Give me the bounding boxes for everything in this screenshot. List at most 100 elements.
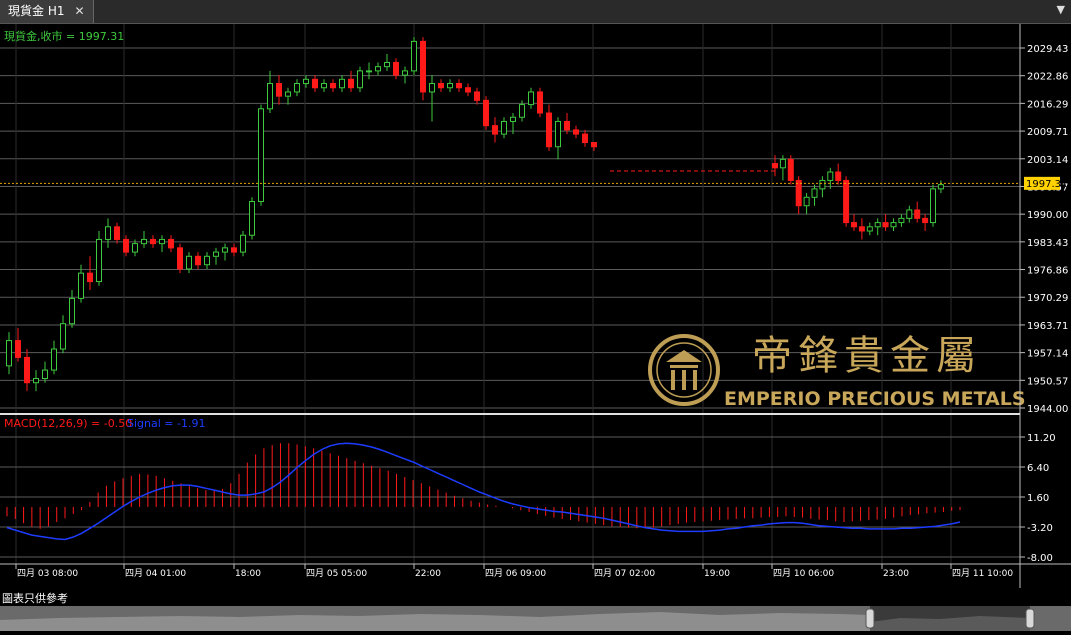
candle-body bbox=[339, 78, 345, 89]
candle-body bbox=[123, 238, 129, 253]
footer: 圖表只供參考 bbox=[0, 588, 1071, 606]
candle-body bbox=[393, 61, 399, 76]
candle-body bbox=[555, 120, 561, 148]
candle-body bbox=[519, 104, 525, 118]
candle-body bbox=[60, 323, 66, 350]
candle-body bbox=[779, 158, 786, 169]
candle-body bbox=[6, 340, 12, 367]
price-tick-label: 2009.71 bbox=[1027, 127, 1068, 138]
candle-body bbox=[890, 222, 897, 228]
candle-body bbox=[303, 78, 309, 85]
candle-body bbox=[132, 243, 138, 253]
candle-body bbox=[803, 196, 810, 207]
candle-body bbox=[874, 222, 881, 228]
time-label: 四月 10 06:00 bbox=[773, 568, 834, 579]
candle-body bbox=[141, 238, 147, 245]
candle-body bbox=[402, 70, 408, 76]
price-tick-label: 2003.14 bbox=[1027, 155, 1068, 166]
candle-body bbox=[78, 272, 84, 299]
time-label: 22:00 bbox=[415, 569, 441, 579]
candle-body bbox=[483, 99, 489, 127]
candle-body bbox=[51, 348, 57, 371]
candle-body bbox=[492, 125, 498, 135]
candle-body bbox=[69, 297, 75, 325]
candle-body bbox=[795, 179, 802, 207]
candle-body bbox=[231, 247, 237, 253]
candle-body bbox=[366, 70, 372, 73]
last-price-label: 1997.31 bbox=[1026, 179, 1067, 190]
candle-body bbox=[546, 112, 552, 148]
candle-body bbox=[510, 116, 516, 122]
candle-body bbox=[15, 340, 21, 358]
candle-body bbox=[150, 238, 156, 245]
candle-body bbox=[898, 217, 905, 224]
chevron-down-icon[interactable]: ▼ bbox=[1057, 3, 1065, 16]
price-tick-label: 2022.86 bbox=[1027, 72, 1068, 83]
candle-body bbox=[195, 255, 201, 266]
price-tick-label: 2016.29 bbox=[1027, 99, 1068, 110]
time-label: 四月 07 02:00 bbox=[594, 568, 655, 579]
chart-area[interactable]: 帝鋒貴金屬 EMPERIO PRECIOUS METALS 2029.43 202… bbox=[0, 24, 1071, 588]
candle-body bbox=[537, 91, 543, 114]
time-label: 18:00 bbox=[235, 569, 261, 579]
candle-body bbox=[357, 70, 363, 89]
candle-body bbox=[866, 226, 873, 232]
candle-body bbox=[937, 184, 944, 190]
candle-body bbox=[330, 83, 336, 89]
candle-body bbox=[42, 369, 48, 380]
tab-chart[interactable]: 現貨金 H1 ✕ bbox=[0, 0, 94, 23]
price-tick-label: 1950.57 bbox=[1027, 376, 1068, 387]
time-label: 四月 04 01:00 bbox=[125, 568, 186, 579]
candle-body bbox=[375, 66, 381, 72]
navigator-left-handle[interactable] bbox=[865, 608, 875, 629]
tab-bar: 現貨金 H1 ✕ ▼ bbox=[0, 0, 1071, 24]
candle-body bbox=[843, 179, 850, 224]
candle-body bbox=[501, 120, 507, 135]
candle-body bbox=[914, 209, 921, 219]
time-label: 19:00 bbox=[704, 569, 730, 579]
navigator-right-handle[interactable] bbox=[1025, 608, 1035, 629]
price-tick-label: 1944.00 bbox=[1027, 404, 1068, 415]
candle-body bbox=[811, 188, 818, 198]
candle-body bbox=[384, 61, 390, 68]
footer-note: 圖表只供參考 bbox=[2, 592, 68, 605]
candle-body bbox=[573, 129, 579, 135]
candle-body bbox=[411, 40, 417, 72]
candle-body bbox=[258, 108, 264, 203]
price-tick-label: 1970.29 bbox=[1027, 293, 1068, 304]
candle-body bbox=[528, 91, 534, 106]
macd-tick-label: 1.60 bbox=[1027, 493, 1049, 504]
candle-body bbox=[33, 378, 39, 384]
candle-body bbox=[564, 120, 570, 131]
candle-body bbox=[930, 188, 936, 224]
candle-body bbox=[159, 238, 165, 245]
candle-body bbox=[447, 83, 453, 89]
navigator-scrollbar[interactable] bbox=[0, 606, 1071, 631]
candle-body bbox=[276, 83, 282, 97]
time-label: 四月 11 10:00 bbox=[952, 568, 1013, 579]
candle-body bbox=[772, 163, 778, 169]
candle-body bbox=[249, 201, 255, 236]
price-tick-label: 2029.43 bbox=[1027, 44, 1068, 55]
candle-body bbox=[348, 78, 354, 89]
candle-body bbox=[177, 247, 183, 270]
candle-body bbox=[267, 83, 273, 110]
candle-body bbox=[827, 171, 834, 181]
candle-body bbox=[819, 179, 826, 190]
candle-body bbox=[114, 226, 120, 240]
candle-body bbox=[105, 226, 111, 240]
price-tick-label: 1963.71 bbox=[1027, 321, 1068, 332]
signal-label: Signal = -1.91 bbox=[127, 417, 205, 430]
candle-body bbox=[96, 238, 102, 283]
macd-tick-label: 6.40 bbox=[1027, 463, 1049, 474]
macd-label: MACD(12,26,9) = -0.50 bbox=[4, 417, 132, 430]
candle-body bbox=[213, 251, 219, 257]
candle-body bbox=[787, 158, 794, 181]
price-tick-label: 1957.14 bbox=[1027, 349, 1068, 360]
close-icon[interactable]: ✕ bbox=[74, 4, 84, 18]
candle-body bbox=[204, 255, 210, 266]
candle-body bbox=[312, 78, 318, 89]
candle-body bbox=[456, 83, 462, 89]
candle-body bbox=[474, 91, 480, 101]
candle-body bbox=[420, 40, 426, 93]
